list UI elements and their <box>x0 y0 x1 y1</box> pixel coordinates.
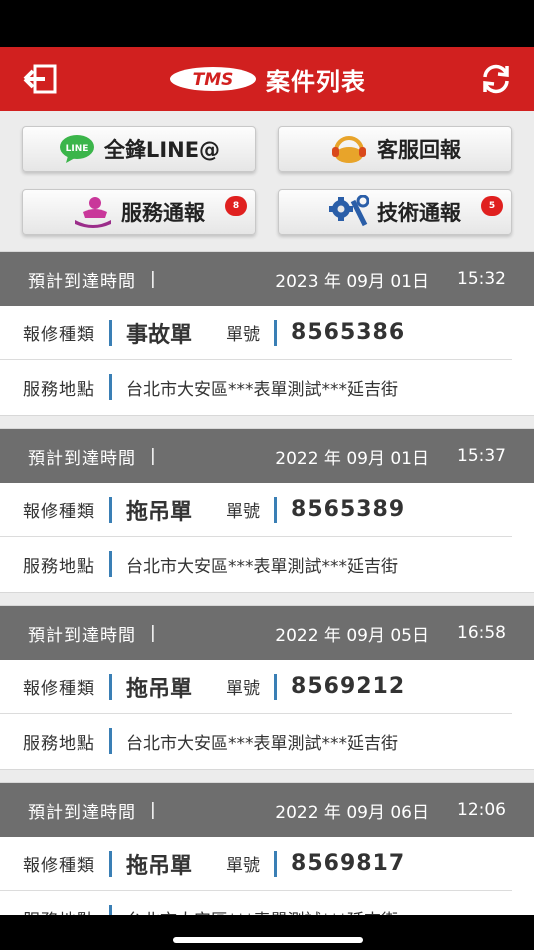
divider-bar <box>274 673 278 700</box>
order-no-value: 8569817 <box>291 851 406 876</box>
divider-bar <box>109 319 112 346</box>
exit-icon[interactable] <box>22 61 58 97</box>
order-no-label: 單號 <box>226 679 261 699</box>
tech-notice-label: 技術通報 <box>377 201 461 225</box>
home-indicator[interactable] <box>173 937 363 943</box>
quick-button-grid: LINE 全鋒LINE@ 客服回報 服務通報 8 技術通報 5 <box>0 111 534 251</box>
tech-notice-button[interactable]: 技術通報 5 <box>278 189 512 235</box>
location-label: 服務地點 <box>23 906 95 916</box>
case-card-header: 預計到達時間 | 2022 年 09月 06日 12:06 <box>0 783 534 837</box>
divider-bar <box>109 374 112 400</box>
eta-label: 預計到達時間 <box>28 625 136 646</box>
divider-bar <box>109 728 112 754</box>
case-list-content[interactable]: LINE 全鋒LINE@ 客服回報 服務通報 8 技術通報 5 預計到達時間 |… <box>0 111 534 915</box>
eta-time: 12:06 <box>457 800 506 820</box>
headset-icon <box>332 136 366 163</box>
location-value: 台北市大安區***表單測試***延吉街 <box>126 556 398 577</box>
case-type-row: 報修種類 拖吊單 單號 8569212 <box>0 660 512 714</box>
tms-logo: TMS <box>170 67 256 91</box>
service-notice-button[interactable]: 服務通報 8 <box>22 189 256 235</box>
order-no-label: 單號 <box>226 502 261 522</box>
repair-type-value: 事故單 <box>126 322 193 348</box>
nav-bar: TMS 案件列表 <box>0 47 534 111</box>
case-card[interactable]: 預計到達時間 | 2022 年 09月 05日 16:58 報修種類 拖吊單 單… <box>0 605 534 770</box>
eta-separator: | <box>150 269 156 289</box>
tech-notice-badge: 5 <box>481 196 503 216</box>
case-card-header: 預計到達時間 | 2023 年 09月 01日 15:32 <box>0 252 534 306</box>
line-button-label: 全鋒LINE@ <box>103 138 221 162</box>
order-no-label: 單號 <box>226 325 261 345</box>
logo-text: TMS <box>193 70 234 90</box>
location-value: 台北市大安區***表單測試***延吉街 <box>126 733 398 754</box>
eta-label: 預計到達時間 <box>28 271 136 292</box>
svg-text:LINE: LINE <box>66 144 89 154</box>
service-person-icon <box>75 197 111 228</box>
eta-date: 2022 年 09月 06日 <box>275 802 429 823</box>
case-card[interactable]: 預計到達時間 | 2023 年 09月 01日 15:32 報修種類 事故單 單… <box>0 251 534 416</box>
nav-title-group: TMS 案件列表 <box>168 62 366 97</box>
location-label: 服務地點 <box>23 556 95 577</box>
location-label: 服務地點 <box>23 733 95 754</box>
order-no-label: 單號 <box>226 856 261 876</box>
divider-bar <box>109 496 112 523</box>
divider-bar <box>274 850 278 877</box>
case-location-row: 服務地點 台北市大安區***表單測試***延吉街 <box>0 537 534 591</box>
eta-label: 預計到達時間 <box>28 448 136 469</box>
customer-service-button[interactable]: 客服回報 <box>278 126 512 172</box>
page-title: 案件列表 <box>266 67 366 96</box>
case-type-row: 報修種類 事故單 單號 8565386 <box>0 306 512 360</box>
case-location-row: 服務地點 台北市大安區***表單測試***延吉街 <box>0 360 534 414</box>
tools-icon <box>329 195 369 227</box>
case-location-row: 服務地點 台北市大安區***表單測試***延吉街 <box>0 714 534 768</box>
eta-label: 預計到達時間 <box>28 802 136 823</box>
line-icon: LINE <box>59 135 94 163</box>
repair-type-value: 拖吊單 <box>126 853 193 879</box>
case-type-row: 報修種類 拖吊單 單號 8569817 <box>0 837 512 891</box>
status-bar <box>0 0 534 47</box>
location-value: 台北市大安區***表單測試***延吉街 <box>126 379 398 400</box>
case-card[interactable]: 預計到達時間 | 2022 年 09月 06日 12:06 報修種類 拖吊單 單… <box>0 782 534 915</box>
eta-date: 2022 年 09月 05日 <box>275 625 429 646</box>
eta-separator: | <box>150 623 156 643</box>
repair-type-label: 報修種類 <box>23 856 95 876</box>
refresh-icon[interactable] <box>478 61 514 97</box>
repair-type-label: 報修種類 <box>23 325 95 345</box>
location-label: 服務地點 <box>23 379 95 400</box>
location-value: 台北市大安區***表單測試***延吉街 <box>126 906 398 916</box>
divider-bar <box>274 319 278 346</box>
case-card-header: 預計到達時間 | 2022 年 09月 05日 16:58 <box>0 606 534 660</box>
eta-time: 15:32 <box>457 269 506 289</box>
home-indicator-area <box>0 915 534 950</box>
eta-separator: | <box>150 446 156 466</box>
case-card-header: 預計到達時間 | 2022 年 09月 01日 15:37 <box>0 429 534 483</box>
repair-type-value: 拖吊單 <box>126 499 193 525</box>
service-notice-badge: 8 <box>225 196 247 216</box>
eta-date: 2022 年 09月 01日 <box>275 448 429 469</box>
order-no-value: 8569212 <box>291 674 406 699</box>
case-card[interactable]: 預計到達時間 | 2022 年 09月 01日 15:37 報修種類 拖吊單 單… <box>0 428 534 593</box>
repair-type-value: 拖吊單 <box>126 676 193 702</box>
case-location-row: 服務地點 台北市大安區***表單測試***延吉街 <box>0 891 534 915</box>
eta-time: 15:37 <box>457 446 506 466</box>
repair-type-label: 報修種類 <box>23 502 95 522</box>
customer-service-label: 客服回報 <box>377 138 461 162</box>
case-type-row: 報修種類 拖吊單 單號 8565389 <box>0 483 512 537</box>
divider-bar <box>109 850 112 877</box>
order-no-value: 8565386 <box>291 320 406 345</box>
repair-type-label: 報修種類 <box>23 679 95 699</box>
service-notice-label: 服務通報 <box>121 201 205 225</box>
line-button[interactable]: LINE 全鋒LINE@ <box>22 126 256 172</box>
divider-bar <box>109 905 112 915</box>
order-no-value: 8565389 <box>291 497 406 522</box>
eta-time: 16:58 <box>457 623 506 643</box>
divider-bar <box>109 551 112 577</box>
divider-bar <box>109 673 112 700</box>
eta-date: 2023 年 09月 01日 <box>275 271 429 292</box>
eta-separator: | <box>150 800 156 820</box>
divider-bar <box>274 496 278 523</box>
